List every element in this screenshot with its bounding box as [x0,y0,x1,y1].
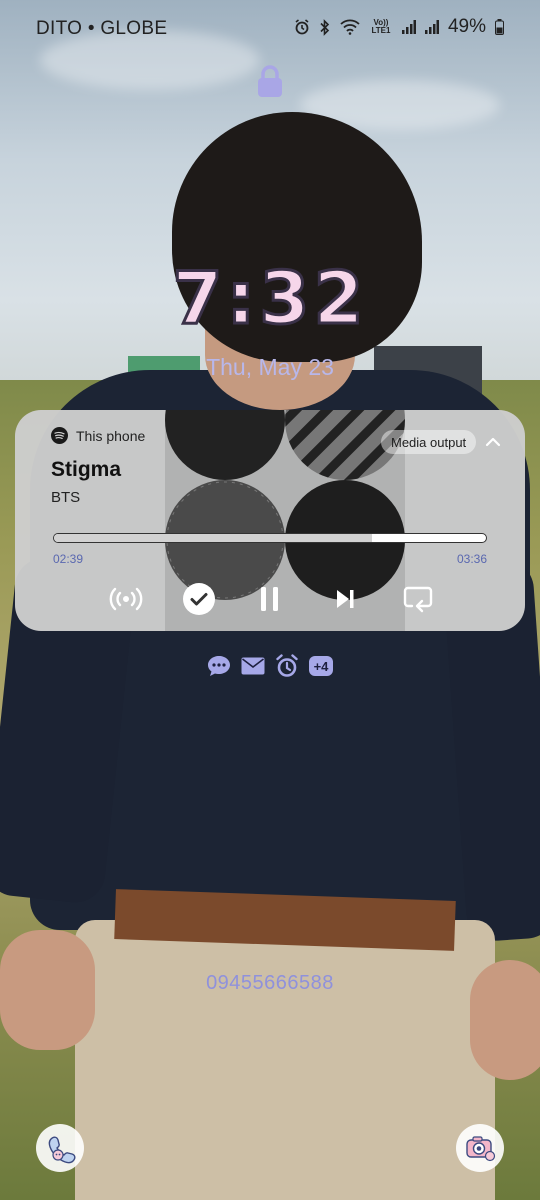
lockscreen-date: Thu, May 23 [206,354,334,380]
owner-phone-number: 09455666588 [206,972,334,994]
repeat-icon[interactable] [401,582,435,616]
pause-icon[interactable] [253,582,287,616]
elapsed-time: 02:39 [53,552,84,566]
liked-check-icon[interactable] [182,582,216,616]
media-source-label: This phone [76,427,146,444]
seek-bar-progress [54,534,372,542]
wifi-icon [340,19,360,35]
mail-icon [241,654,265,678]
status-bar: DITO • GLOBE Vo)) LTE1 49% [0,0,540,60]
skip-next-icon[interactable] [328,582,362,616]
song-title: Stigma [51,458,122,481]
signal-icon [401,20,416,34]
signal-icon [424,20,439,34]
alarm-icon [275,654,299,678]
notification-icons[interactable]: +4 [0,654,540,678]
media-player-card[interactable]: This phone Media output Stigma BTS 02:39… [15,410,525,631]
media-controls [15,582,525,616]
alarm-icon [294,19,310,35]
lock-icon[interactable] [257,64,283,98]
song-artist: BTS [51,489,81,506]
phone-shortcut-icon[interactable] [36,1124,84,1172]
bluetooth-icon [319,18,331,36]
total-time: 03:36 [456,552,487,566]
volte-label: Vo)) LTE1 [371,18,391,35]
battery-icon [495,19,504,35]
media-source: This phone [51,427,145,444]
spotify-icon [51,427,68,444]
lockscreen-clock[interactable]: 7:32 [0,255,540,342]
status-icons: Vo)) LTE1 49% [294,16,504,38]
more-notifications-badge: +4 [308,656,334,676]
carrier-label: DITO • GLOBE [36,18,168,39]
cast-icon[interactable] [109,582,143,616]
camera-shortcut-icon[interactable] [456,1124,504,1172]
battery-percent: 49% [447,16,486,37]
media-output-button[interactable]: Media output [381,430,477,454]
chevron-up-icon[interactable] [483,432,503,452]
seek-bar[interactable] [53,533,487,543]
volte-icon: Vo)) LTE1 [369,19,393,35]
messages-icon [207,654,231,678]
wallpaper-pants [75,920,495,1200]
